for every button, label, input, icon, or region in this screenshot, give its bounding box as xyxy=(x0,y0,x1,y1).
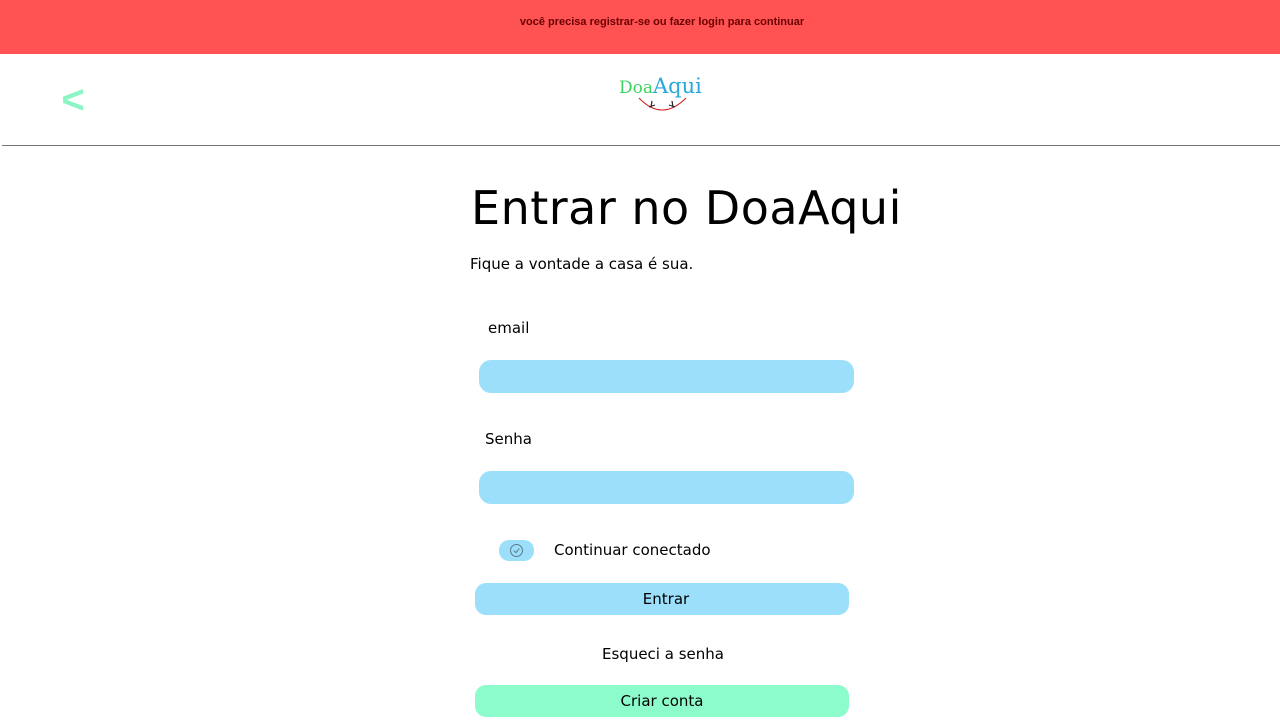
password-input[interactable] xyxy=(479,471,854,504)
logo[interactable]: DoaAqui xyxy=(615,74,707,118)
login-page: você precisa registrar-se ou fazer login… xyxy=(0,0,1280,720)
alert-banner: você precisa registrar-se ou fazer login… xyxy=(0,0,1280,54)
page-subtitle: Fique a vontade a casa é sua. xyxy=(470,255,694,273)
email-input[interactable] xyxy=(479,360,854,393)
page-title: Entrar no DoaAqui xyxy=(471,181,902,235)
create-account-button[interactable]: Criar conta xyxy=(475,685,849,717)
forgot-password-link[interactable]: Esqueci a senha xyxy=(602,645,724,663)
back-button[interactable]: < xyxy=(56,78,90,122)
remember-label: Continuar conectado xyxy=(554,541,711,559)
email-label: email xyxy=(488,319,530,337)
alert-message: você precisa registrar-se ou fazer login… xyxy=(519,16,805,28)
check-icon xyxy=(510,544,523,557)
header-divider xyxy=(2,145,1280,146)
remember-toggle[interactable] xyxy=(499,540,534,561)
logo-smile-icon xyxy=(638,97,687,111)
password-label: Senha xyxy=(485,430,532,448)
login-button[interactable]: Entrar xyxy=(475,583,849,615)
